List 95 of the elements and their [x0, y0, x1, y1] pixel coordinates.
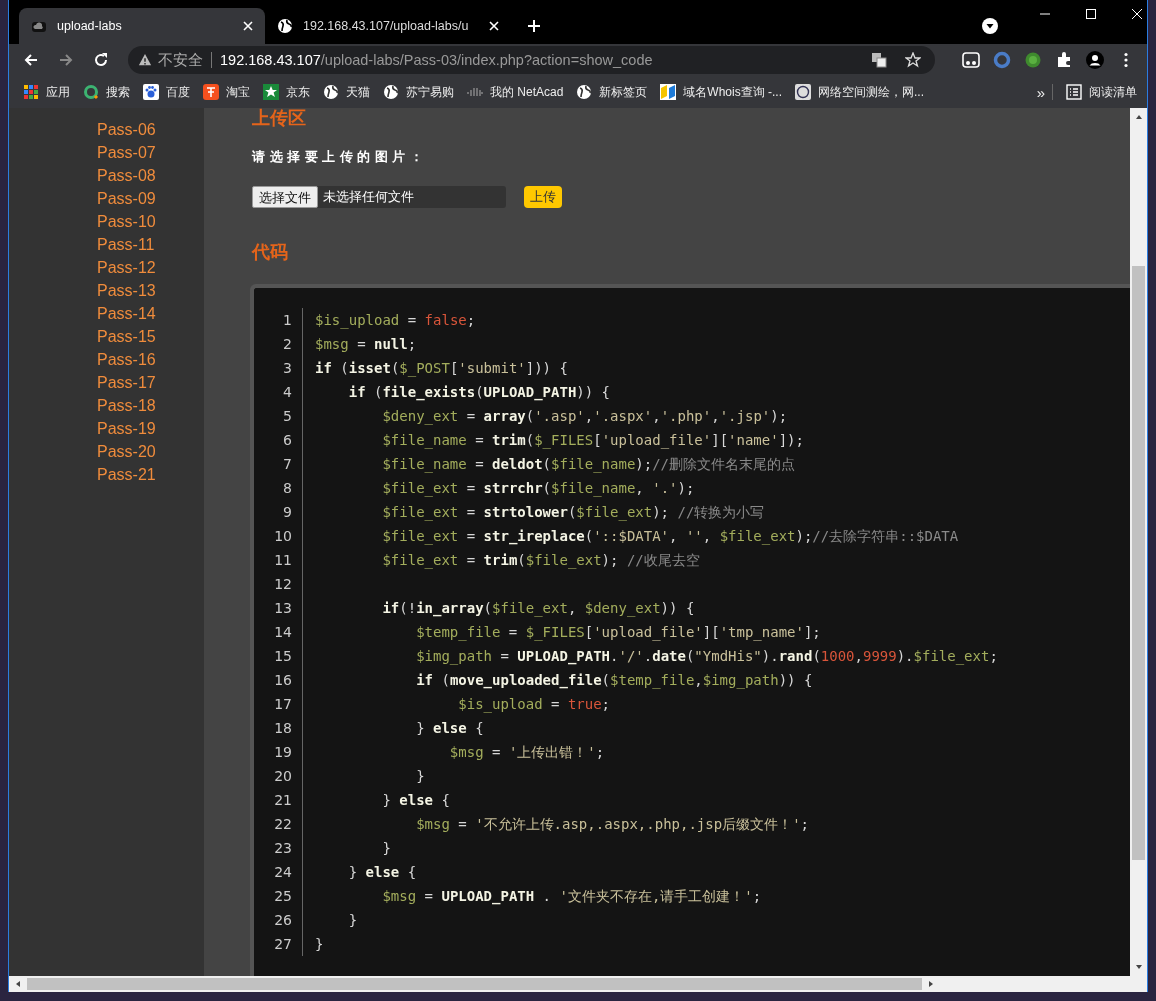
line-number: 14 — [254, 620, 303, 644]
line-number: 4 — [254, 380, 303, 404]
line-number: 17 — [254, 692, 303, 716]
code-line: $file_ext = strrchr($file_name, '.'); — [381, 479, 695, 499]
code-line: } — [314, 935, 324, 954]
sidebar-link[interactable]: Pass-08 — [97, 164, 204, 187]
code-line: $is_upload = true; — [457, 695, 611, 715]
line-number: 15 — [254, 644, 303, 668]
security-label: 不安全 — [158, 50, 203, 70]
code-line: if (file_exists(UPLOAD_PATH)) { — [347, 383, 611, 403]
browser-tab[interactable]: 192.168.43.107/upload-labs/u — [265, 8, 511, 44]
sidebar-link[interactable]: Pass-18 — [97, 394, 204, 417]
line-number: 24 — [254, 860, 303, 884]
code-line: $img_path = UPLOAD_PATH.'/'.date("YmdHis").rand(1000,9999).$file_ext; — [415, 647, 998, 667]
sidebar-link[interactable]: Pass-20 — [97, 440, 204, 463]
bookmark[interactable]: 网络空间测绘，网... — [795, 83, 925, 101]
code-line: $deny_ext = array('.asp','.aspx','.php','.jsp'); — [381, 407, 788, 427]
line-number: 16 — [254, 668, 303, 692]
sidebar-link[interactable]: Pass-21 — [97, 463, 204, 486]
sidebar-link[interactable]: Pass-06 — [97, 118, 204, 141]
sidebar-link[interactable]: Pass-14 — [97, 302, 204, 325]
line-number: 7 — [254, 452, 303, 476]
bookmark[interactable]: 我的 NetAcad — [467, 83, 564, 101]
sidebar-link[interactable]: Pass-19 — [97, 417, 204, 440]
code-line: if(!in_array($file_ext, $deny_ext)) { — [381, 599, 695, 619]
sidebar-link[interactable]: Pass-10 — [97, 210, 204, 233]
bookmark[interactable]: 搜索 — [83, 83, 130, 101]
code-line: $file_ext = strtolower($file_ext); //转换为小写 — [381, 503, 765, 523]
line-number: 22 — [254, 812, 303, 836]
address-bar[interactable]: 不安全 192.168.43.107/upload-labs/Pass-03/index.php?action=show_code — [128, 46, 935, 74]
code-line: $msg = '不允许上传.asp,.aspx,.php,.jsp后缀文件！'; — [415, 815, 810, 834]
line-number: 3 — [254, 356, 303, 380]
code-line: $msg = '上传出错！'; — [448, 743, 605, 762]
line-number: 11 — [254, 548, 303, 572]
line-number: 6 — [254, 428, 303, 452]
bookmark[interactable]: 淘宝 — [203, 83, 250, 101]
code-line: $file_name = deldot($file_name);//删除文件名末尾的点 — [381, 455, 796, 475]
line-number: 8 — [254, 476, 303, 500]
code-line: } else { — [381, 791, 450, 810]
more-bookmarks[interactable]: » — [1036, 83, 1045, 101]
browser-tab[interactable]: upload-labs — [19, 8, 265, 44]
url-path: /upload-labs/Pass-03/index.php?action=show_code — [320, 52, 653, 68]
line-number: 5 — [254, 404, 303, 428]
bookmark[interactable]: 天猫 — [323, 83, 370, 101]
line-number: 2 — [254, 332, 303, 356]
file-input[interactable]: 选择文件 未选择任何文件 — [252, 186, 506, 208]
code-line: if (move_uploaded_file($temp_file,$img_path)) { — [415, 671, 813, 691]
line-number: 21 — [254, 788, 303, 812]
line-number: 1 — [254, 308, 303, 332]
code-line: if (isset($_POST['submit'])) { — [314, 359, 568, 379]
code-line: $temp_file = $_FILES['upload_file']['tmp_name']; — [415, 623, 821, 643]
code-line: $msg = UPLOAD_PATH . '文件夹不存在,请手工创建！'; — [381, 887, 762, 907]
bookmark[interactable]: 百度 — [143, 83, 190, 101]
sidebar-link[interactable]: Pass-15 — [97, 325, 204, 348]
code-line: $file_ext = trim($file_ext); //收尾去空 — [381, 551, 700, 571]
section-heading: 代码 — [252, 241, 288, 264]
upload-button[interactable]: 上传 — [524, 186, 562, 208]
upload-prompt: 请选择要上传的图片： — [252, 148, 427, 166]
reading-list[interactable]: 阅读清单 — [1066, 83, 1137, 101]
code-line: } — [381, 839, 391, 858]
bookmark[interactable]: 应用 — [23, 83, 70, 101]
line-number: 12 — [254, 572, 303, 596]
sidebar-link[interactable]: Pass-11 — [97, 233, 204, 256]
sidebar-link[interactable]: Pass-17 — [97, 371, 204, 394]
url-host: 192.168.43.107 — [220, 52, 321, 68]
sidebar-link[interactable]: Pass-16 — [97, 348, 204, 371]
file-status: 未选择任何文件 — [323, 188, 414, 206]
bookmark[interactable]: 苏宁易购 — [383, 83, 454, 101]
sidebar-link[interactable]: Pass-12 — [97, 256, 204, 279]
code-line: } — [415, 767, 425, 786]
line-number: 13 — [254, 596, 303, 620]
bookmark[interactable]: 域名Whois查询 -... — [660, 83, 783, 101]
sidebar-link[interactable]: Pass-09 — [97, 187, 204, 210]
code-line: $file_ext = str_ireplace('::$DATA', '', $file_ext);//去除字符串::$DATA — [381, 527, 959, 547]
line-number: 26 — [254, 908, 303, 932]
line-number: 18 — [254, 716, 303, 740]
line-number: 27 — [254, 932, 303, 956]
code-line: } else { — [415, 719, 484, 738]
code-line: } — [347, 911, 358, 930]
bookmark[interactable]: 京东 — [263, 83, 310, 101]
choose-file-button[interactable]: 选择文件 — [252, 186, 318, 208]
line-number: 23 — [254, 836, 303, 860]
sidebar-link[interactable]: Pass-13 — [97, 279, 204, 302]
bookmark[interactable]: 新标签页 — [576, 83, 648, 101]
line-number: 20 — [254, 764, 303, 788]
line-number: 25 — [254, 884, 303, 908]
code-line: } else { — [347, 863, 417, 882]
line-number: 19 — [254, 740, 303, 764]
line-number: 9 — [254, 500, 303, 524]
code-line: $file_name = trim($_FILES['upload_file']['name']); — [381, 431, 804, 451]
sidebar-link[interactable]: Pass-07 — [97, 141, 204, 164]
code-line: $msg = null; — [314, 335, 417, 354]
section-heading: 上传区 — [252, 108, 306, 128]
line-number: 10 — [254, 524, 303, 548]
code-line: $is_upload = false; — [314, 311, 476, 331]
